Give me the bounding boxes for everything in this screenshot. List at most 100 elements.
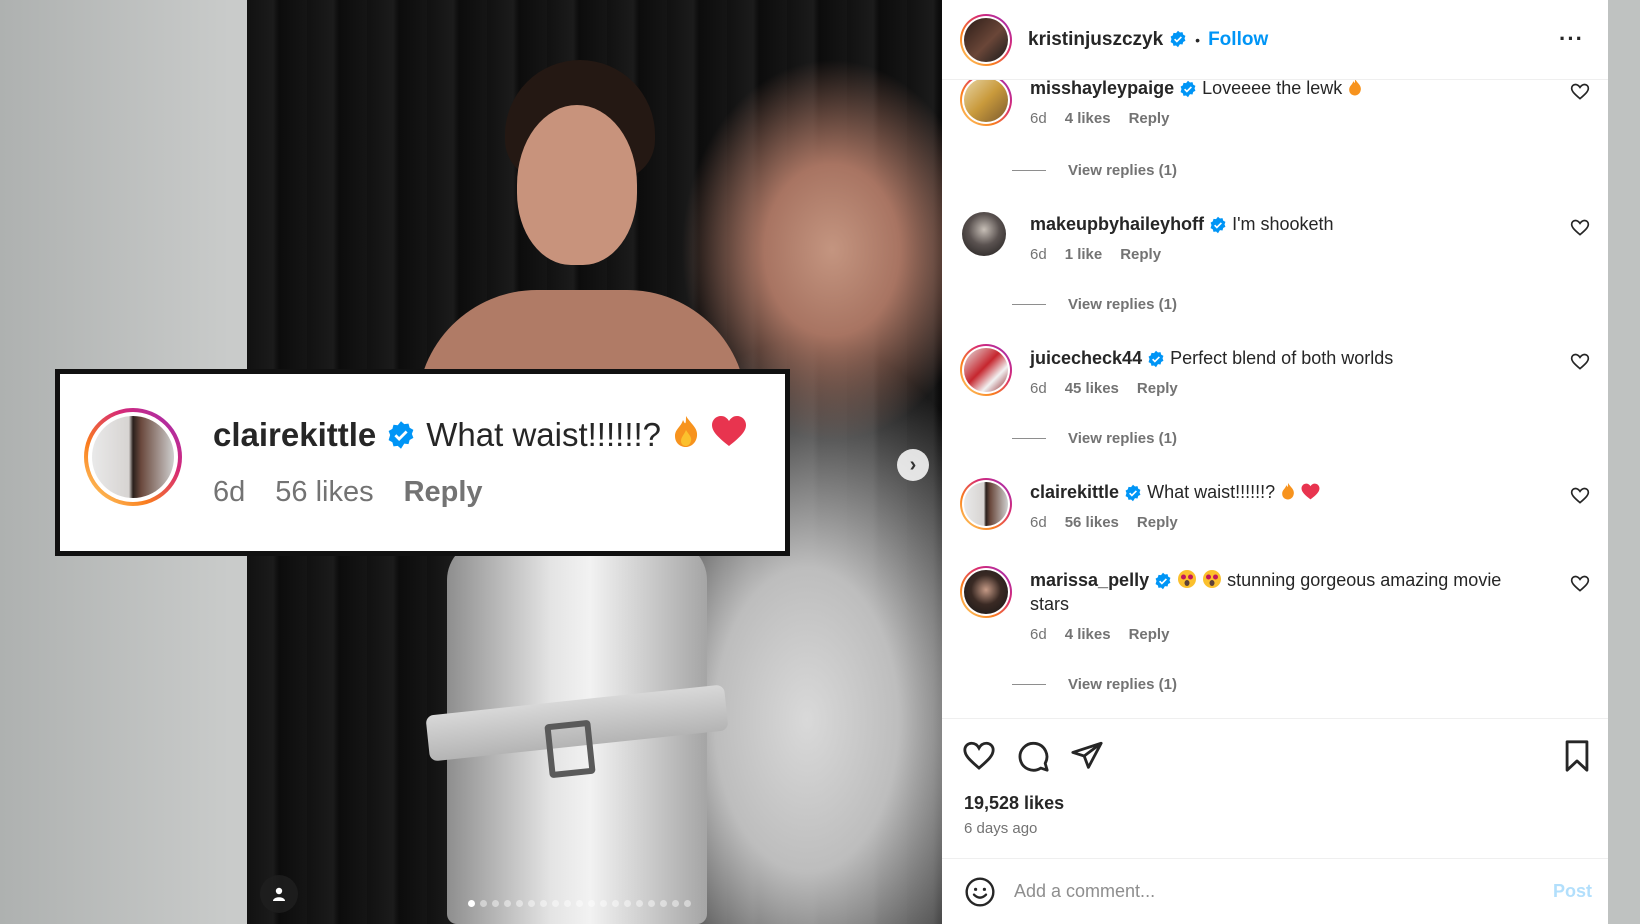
fire-emoji-icon xyxy=(1347,80,1363,98)
comment-bubble-icon[interactable] xyxy=(1016,739,1050,773)
tagged-users-button[interactable] xyxy=(260,875,298,913)
view-replies-label: View replies (1) xyxy=(1068,676,1177,693)
comment-time: 6d xyxy=(1030,626,1047,643)
comment-avatar[interactable] xyxy=(960,80,1012,126)
comment-avatar[interactable] xyxy=(960,566,1012,618)
comment-time: 6d xyxy=(1030,246,1047,263)
carousel-indicator xyxy=(468,900,691,907)
carousel-dot xyxy=(684,900,691,907)
view-replies-button[interactable]: View replies (1) xyxy=(1012,162,1177,179)
verified-badge-icon xyxy=(388,421,414,449)
comment-likes[interactable]: 4 likes xyxy=(1065,626,1111,643)
comment-likes[interactable]: 1 like xyxy=(1065,246,1103,263)
fire-emoji-icon xyxy=(1280,482,1296,502)
verified-badge-icon xyxy=(1154,570,1172,590)
view-replies-button[interactable]: View replies (1) xyxy=(1012,296,1177,313)
background-strip xyxy=(1608,0,1640,924)
carousel-dot xyxy=(624,900,631,907)
carousel-dot xyxy=(600,900,607,907)
comment-avatar[interactable] xyxy=(960,344,1012,396)
verified-badge-icon xyxy=(1179,80,1197,98)
comment-time: 6d xyxy=(1030,110,1047,127)
callout-likes[interactable]: 56 likes xyxy=(275,476,373,509)
carousel-dot xyxy=(672,900,679,907)
comment-reply-button[interactable]: Reply xyxy=(1120,246,1161,263)
like-comment-heart-icon[interactable] xyxy=(1570,218,1590,238)
carousel-dot xyxy=(588,900,595,907)
comment-username[interactable]: juicecheck44 xyxy=(1030,348,1142,368)
comment-time: 6d xyxy=(1030,380,1047,397)
verified-badge-icon xyxy=(1209,214,1227,234)
callout-avatar xyxy=(84,408,182,506)
carousel-dot xyxy=(480,900,487,907)
verified-badge-icon xyxy=(1124,482,1142,502)
add-comment-input[interactable] xyxy=(1014,881,1514,902)
post-comment-button[interactable]: Post xyxy=(1553,881,1592,902)
fire-emoji-icon xyxy=(671,414,701,456)
user-icon xyxy=(273,887,285,901)
callout-time: 6d xyxy=(213,476,246,508)
comment-text: What waist!!!!!!? xyxy=(1147,482,1276,502)
comment-text: Perfect blend of both worlds xyxy=(1170,348,1394,368)
comment-reply-button[interactable]: Reply xyxy=(1137,380,1178,397)
add-comment-bar: Post xyxy=(942,858,1608,924)
like-comment-heart-icon[interactable] xyxy=(1570,574,1590,594)
highlighted-comment-callout: clairekittle What waist!!!!!!? 6d 56 lik… xyxy=(55,369,790,556)
view-replies-label: View replies (1) xyxy=(1068,296,1177,313)
comment-reply-button[interactable]: Reply xyxy=(1137,514,1178,531)
carousel-dot xyxy=(552,900,559,907)
comment-avatar[interactable] xyxy=(960,478,1012,530)
carousel-dot xyxy=(564,900,571,907)
callout-comment-text: What waist!!!!!!? xyxy=(426,416,662,453)
like-comment-heart-icon[interactable] xyxy=(1570,486,1590,506)
carousel-dot xyxy=(660,900,667,907)
post-header: kristinjuszczyk • Follow ··· xyxy=(942,0,1608,80)
comment-reply-button[interactable]: Reply xyxy=(1129,110,1170,127)
author-avatar[interactable] xyxy=(960,13,1012,66)
comment-likes[interactable]: 56 likes xyxy=(1065,514,1119,531)
more-options-icon[interactable]: ··· xyxy=(1559,26,1584,52)
photo-subject-buckle xyxy=(544,719,596,779)
red-heart-emoji-icon xyxy=(1301,482,1320,502)
view-replies-button[interactable]: View replies (1) xyxy=(1012,676,1177,693)
starstruck-emoji-icon xyxy=(1177,570,1197,590)
carousel-dot xyxy=(612,900,619,907)
view-replies-label: View replies (1) xyxy=(1068,162,1177,179)
carousel-next-button[interactable]: › xyxy=(897,449,929,481)
carousel-dot xyxy=(528,900,535,907)
comment-username[interactable]: misshayleypaige xyxy=(1030,80,1174,98)
comments-list[interactable]: misshayleypaige Loveeee the lewk 6d 4 li… xyxy=(942,80,1608,718)
comment-likes[interactable]: 4 likes xyxy=(1065,110,1111,127)
red-heart-emoji-icon xyxy=(711,415,747,455)
carousel-dot xyxy=(648,900,655,907)
post-likes-count[interactable]: 19,528 likes xyxy=(964,793,1064,814)
author-username[interactable]: kristinjuszczyk xyxy=(1028,29,1163,51)
like-heart-icon[interactable] xyxy=(962,739,996,773)
like-comment-heart-icon[interactable] xyxy=(1570,352,1590,372)
share-send-icon[interactable] xyxy=(1070,739,1104,773)
carousel-dot xyxy=(576,900,583,907)
carousel-dot xyxy=(492,900,499,907)
comment-username[interactable]: makeupbyhaileyhoff xyxy=(1030,214,1204,234)
comment-username[interactable]: marissa_pelly xyxy=(1030,570,1149,590)
carousel-dot xyxy=(636,900,643,907)
callout-reply-button[interactable]: Reply xyxy=(404,476,483,509)
starstruck-emoji-icon xyxy=(1202,570,1222,590)
comment-reply-button[interactable]: Reply xyxy=(1129,626,1170,643)
view-replies-button[interactable]: View replies (1) xyxy=(1012,430,1177,447)
follow-button[interactable]: Follow xyxy=(1208,29,1268,51)
save-bookmark-icon[interactable] xyxy=(1560,739,1594,773)
carousel-dot xyxy=(540,900,547,907)
carousel-dot xyxy=(504,900,511,907)
callout-username: clairekittle xyxy=(213,416,377,453)
comment-avatar[interactable] xyxy=(962,212,1006,256)
view-replies-label: View replies (1) xyxy=(1068,430,1177,447)
comment-username[interactable]: clairekittle xyxy=(1030,482,1119,502)
comment-text: I'm shooketh xyxy=(1232,214,1334,234)
post-timestamp: 6 days ago xyxy=(964,820,1038,837)
comment-text: Loveeee the lewk xyxy=(1202,80,1343,98)
like-comment-heart-icon[interactable] xyxy=(1570,82,1590,102)
verified-badge-icon xyxy=(1169,30,1187,48)
comment-likes[interactable]: 45 likes xyxy=(1065,380,1119,397)
emoji-picker-icon[interactable] xyxy=(964,876,996,908)
